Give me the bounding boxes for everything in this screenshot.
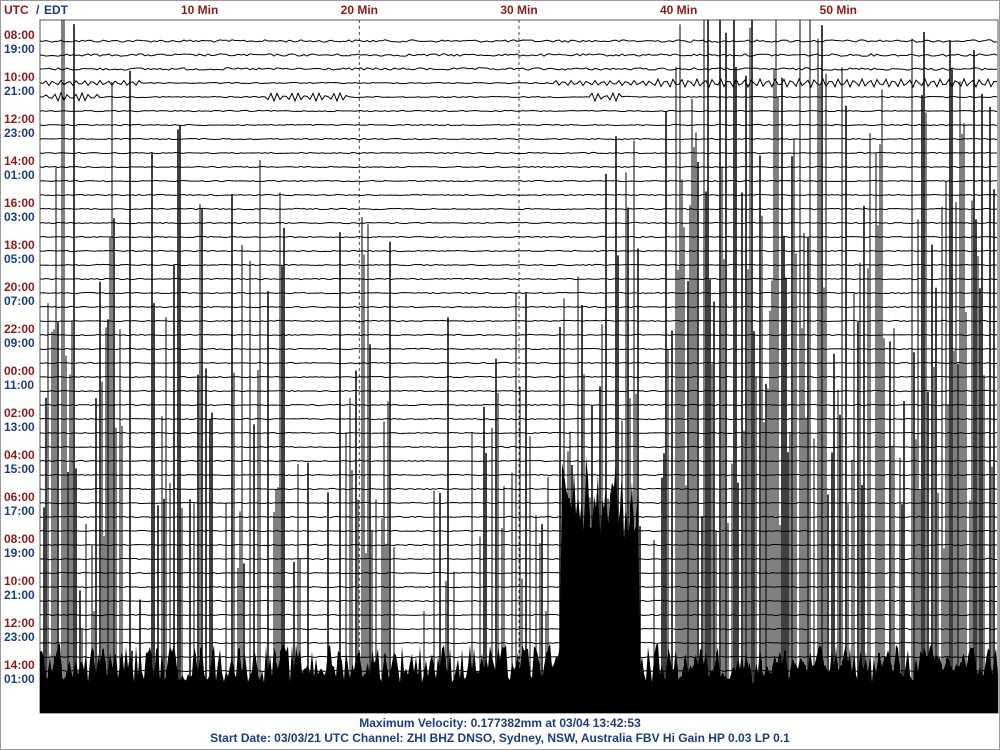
seismogram-trace xyxy=(40,221,998,225)
seismogram-trace xyxy=(40,599,998,603)
edt-hour-label: 15:00 xyxy=(4,462,35,476)
seismogram-trace xyxy=(40,417,998,421)
edt-hour-label: 21:00 xyxy=(4,588,35,602)
x-tick-label: 30 Min xyxy=(500,3,538,17)
edt-hour-label: 03:00 xyxy=(4,210,35,224)
utc-hour-label: 10:00 xyxy=(4,574,35,588)
utc-hour-label: 12:00 xyxy=(4,616,35,630)
seismogram-trace xyxy=(40,137,998,141)
x-tick-label: 10 Min xyxy=(180,3,219,17)
seismogram-trace xyxy=(40,473,998,477)
seismogram-trace xyxy=(40,249,997,253)
edt-hour-label: 19:00 xyxy=(4,546,35,560)
utc-hour-label: 08:00 xyxy=(4,28,35,42)
header-separator: / xyxy=(36,3,40,17)
max-velocity-text: Maximum Velocity: 0.177382mm at 03/04 13… xyxy=(359,716,641,730)
x-tick-label: 40 Min xyxy=(659,3,698,17)
utc-hour-label: 08:00 xyxy=(4,532,35,546)
seismogram-trace xyxy=(40,529,998,533)
seismogram-trace xyxy=(40,431,998,435)
utc-hour-label: 22:00 xyxy=(4,322,35,336)
seismogram-plot xyxy=(39,19,999,714)
seismogram-trace xyxy=(40,585,998,589)
utc-hour-label: 16:00 xyxy=(4,196,35,210)
seismogram-trace xyxy=(40,627,998,631)
edt-hour-label: 21:00 xyxy=(4,84,35,98)
utc-hour-label: 14:00 xyxy=(4,154,35,168)
utc-hour-label: 14:00 xyxy=(4,658,35,672)
edt-hour-label: 17:00 xyxy=(4,504,35,518)
edt-hour-label: 07:00 xyxy=(4,294,35,308)
x-tick-label: 20 Min xyxy=(340,3,378,17)
seismogram-trace xyxy=(40,291,997,295)
utc-hour-label: 12:00 xyxy=(4,112,35,126)
seismogram-trace xyxy=(40,641,998,645)
edt-hour-label: 23:00 xyxy=(4,126,35,140)
seismogram-trace xyxy=(40,263,998,267)
edt-hour-label: 11:00 xyxy=(4,378,35,392)
utc-hour-label: 10:00 xyxy=(4,70,35,84)
edt-hour-label: 19:00 xyxy=(4,42,35,56)
seismogram-trace xyxy=(40,501,998,505)
seismogram-trace xyxy=(40,389,998,393)
seismogram-trace xyxy=(40,361,997,365)
seismogram-trace xyxy=(40,277,998,281)
seismogram-trace xyxy=(40,53,998,57)
seismogram-trace xyxy=(40,515,998,519)
seismogram-trace xyxy=(40,445,998,449)
utc-hour-label: 06:00 xyxy=(4,490,35,504)
utc-hour-label: 18:00 xyxy=(4,238,35,252)
utc-hour-label: 20:00 xyxy=(4,280,35,294)
utc-hour-label: 04:00 xyxy=(4,448,35,462)
utc-header: UTC xyxy=(4,3,29,17)
seismogram-trace xyxy=(40,305,998,309)
edt-hour-label: 01:00 xyxy=(4,168,35,182)
seismogram-trace xyxy=(40,347,998,351)
seismogram-trace xyxy=(40,459,998,463)
edt-hour-label: 13:00 xyxy=(4,420,35,434)
edt-hour-label: 09:00 xyxy=(4,336,35,350)
seismogram-trace xyxy=(40,557,998,561)
utc-hour-label: 02:00 xyxy=(4,406,35,420)
edt-hour-label: 05:00 xyxy=(4,252,35,266)
station-info-text: Start Date: 03/03/21 UTC Channel: ZHI BH… xyxy=(210,731,790,745)
edt-hour-label: 23:00 xyxy=(4,630,35,644)
utc-hour-label: 00:00 xyxy=(4,364,35,378)
seismogram-trace xyxy=(40,375,998,379)
seismogram-trace xyxy=(40,179,998,183)
edt-header: EDT xyxy=(44,3,68,17)
x-tick-label: 50 Min xyxy=(819,3,857,17)
edt-hour-label: 01:00 xyxy=(4,672,35,686)
